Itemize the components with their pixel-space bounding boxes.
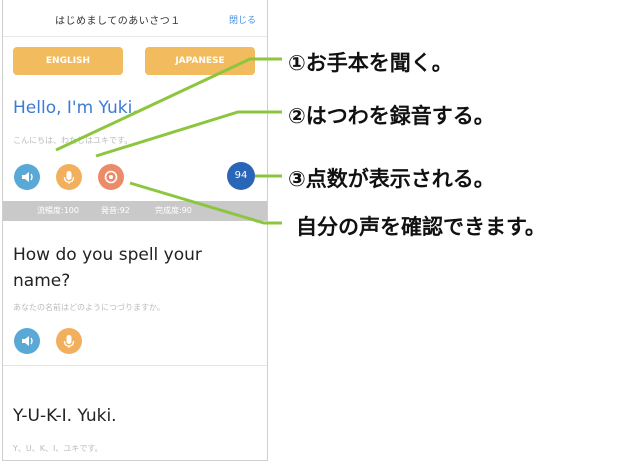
annotation-listen: ①お手本を聞く。 (288, 51, 453, 75)
annotation-playback: 自分の声を確認できます。 (296, 215, 546, 239)
annotation-record: ②はつわを録音する。 (288, 104, 495, 128)
annotation-score: ③点数が表示される。 (288, 167, 495, 191)
